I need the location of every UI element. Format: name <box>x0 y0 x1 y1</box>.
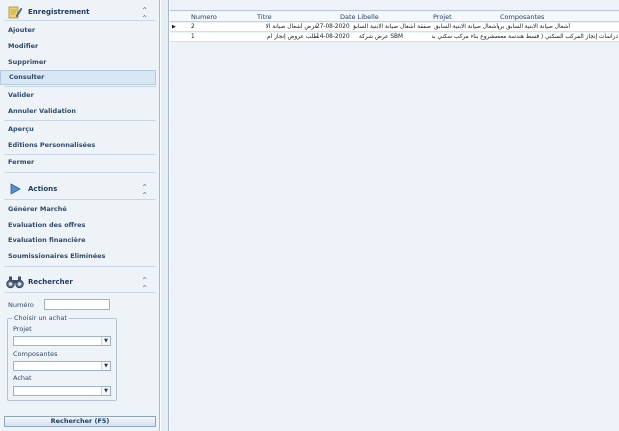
menu-item-annuler-validation[interactable]: Annuler Validation <box>0 104 156 119</box>
menu-item-valider[interactable]: Valider <box>0 88 156 103</box>
menu-item-modifier[interactable]: Modifier <box>0 39 156 54</box>
divider <box>4 172 156 173</box>
column-header-projet[interactable]: Projet <box>433 13 452 21</box>
notepad-pencil-icon <box>6 3 24 21</box>
group-header-actions[interactable]: Actions ⌃ ⌃ <box>0 177 160 201</box>
cell-titre: عرض أشغال صيانة الا <box>265 24 318 30</box>
cell-projet: أشغال صيانة الابنية السابق بروهل <box>432 24 498 30</box>
chevron-down-icon[interactable]: ▼ <box>101 387 110 395</box>
cell-libelle: SBM عرض شركة <box>359 34 403 40</box>
binoculars-icon <box>6 273 24 291</box>
column-header-date-libelle[interactable]: Date Libelle <box>340 13 379 21</box>
menu-item-soumissionaires-eliminees[interactable]: Soumissionaires Eliminées <box>0 249 156 264</box>
numero-label: Numéro <box>8 300 34 309</box>
triangle-right-icon: ▶ <box>172 24 176 30</box>
chevron-down-icon[interactable]: ▼ <box>101 362 110 370</box>
rechercher-button[interactable]: Rechercher (F5) <box>4 416 156 427</box>
grid-top-panel <box>170 0 619 11</box>
group-title-enregistrement: Enregistrement <box>28 8 90 16</box>
group-title-rechercher: Rechercher <box>28 278 73 286</box>
menu-item-fermer[interactable]: Fermer <box>0 155 156 170</box>
cell-composantes: أشغال صيانة الابنية السابق بروهل <box>498 24 570 30</box>
cell-composantes: دراسات إنجاز المركب السكني ( قسط هندسة م… <box>498 34 618 40</box>
menu-item-generer-marche[interactable]: Générer Marché <box>0 202 156 217</box>
numero-input[interactable] <box>44 299 110 310</box>
divider <box>4 199 156 200</box>
projet-combo[interactable]: ▼ <box>13 336 111 346</box>
divider <box>4 266 156 267</box>
divider <box>4 86 156 87</box>
menu-item-evaluation-offres[interactable]: Evaluation des offres <box>0 218 156 233</box>
menu-item-supprimer[interactable]: Supprimer <box>0 55 156 70</box>
menu-item-ajouter[interactable]: Ajouter <box>0 23 156 38</box>
column-header-composantes[interactable]: Composantes <box>500 13 544 21</box>
projet-label: Projet <box>13 325 32 333</box>
collapse-icon[interactable]: ⌃ ⌃ <box>141 184 148 200</box>
composantes-combo[interactable]: ▼ <box>13 361 111 371</box>
menu-item-apercu[interactable]: Aperçu <box>0 122 156 137</box>
menu-item-evaluation-financiere[interactable]: Evaluation financière <box>0 233 156 248</box>
splitter[interactable] <box>161 0 169 431</box>
composantes-label: Composantes <box>13 350 58 358</box>
results-grid: Numero Titre Date Libelle Projet Composa… <box>170 0 619 431</box>
divider <box>4 292 156 293</box>
play-arrow-icon <box>6 180 24 198</box>
achat-combo[interactable]: ▼ <box>13 386 111 396</box>
cell-titre: طلب عروض إنجاز ام <box>267 34 318 40</box>
cell-numero: 2 <box>191 24 195 30</box>
group-title-actions: Actions <box>28 185 58 193</box>
grid-header: Numero Titre Date Libelle Projet Composa… <box>170 12 619 22</box>
cell-libelle: صفقة أشغال صيانة الابنية السابق <box>353 24 431 30</box>
column-header-numero[interactable]: Numero <box>191 13 217 21</box>
group-header-rechercher[interactable]: Rechercher ⌃ ⌃ <box>0 270 160 294</box>
achat-label: Achat <box>13 374 32 382</box>
left-navigation-pane: Enregistrement ⌃ ⌃ Ajouter Modifier Suppr… <box>0 0 160 431</box>
cell-date: 27-08-2020 <box>316 24 350 30</box>
chevron-down-icon[interactable]: ▼ <box>101 337 110 345</box>
column-header-titre[interactable]: Titre <box>257 13 272 21</box>
fieldset-legend: Choisir un achat <box>12 314 69 322</box>
collapse-icon[interactable]: ⌃ ⌃ <box>141 277 148 293</box>
choisir-achat-fieldset: Choisir un achat Projet ▼ Composantes ▼ … <box>7 314 117 401</box>
cell-date: 14-08-2020 <box>316 34 350 40</box>
menu-item-consulter[interactable]: Consulter <box>0 70 156 85</box>
table-row[interactable]: 1 طلب عروض إنجاز ام 14-08-2020 SBM عرض ش… <box>170 33 619 42</box>
divider <box>4 120 156 121</box>
cell-projet: مشروع بناء مركب سكني بد <box>432 34 498 40</box>
cell-numero: 1 <box>191 34 195 40</box>
menu-item-editions-personnalisees[interactable]: Editions Personnalisées <box>0 138 156 153</box>
table-row[interactable]: ▶ 2 عرض أشغال صيانة الا 27-08-2020 صفقة … <box>170 23 619 32</box>
numero-row: Numéro <box>8 299 110 310</box>
divider <box>4 20 156 21</box>
